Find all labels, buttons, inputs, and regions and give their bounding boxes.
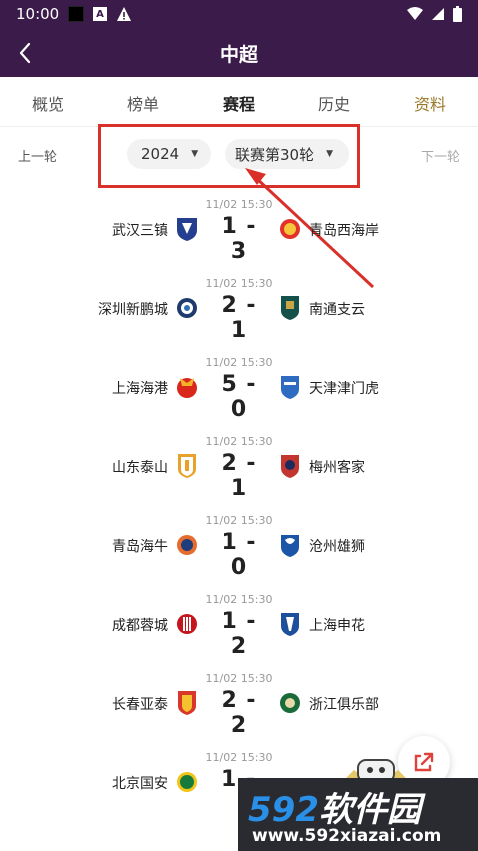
team-crest-icon — [177, 298, 197, 318]
prev-round-button[interactable]: 上一轮 — [18, 146, 57, 165]
match-time: 11/02 15:30 — [205, 198, 273, 211]
battery-icon — [453, 6, 462, 22]
match-score: 1 - 3 — [221, 214, 257, 264]
home-team: 深圳新鹏城 — [98, 302, 168, 318]
status-bar: 10:00 A — [0, 0, 478, 29]
match-score: 2 - 1 — [221, 451, 257, 501]
status-time: 10:00 — [16, 5, 60, 23]
match-time: 11/02 15:30 — [205, 514, 273, 527]
match-row[interactable]: 11/02 15:30 山东泰山 2 - 1 梅州客家 — [0, 435, 478, 514]
status-system-icons — [407, 6, 462, 22]
home-team: 山东泰山 — [112, 460, 168, 476]
away-team: 沧州雄狮 — [309, 539, 365, 555]
team-crest-icon — [281, 455, 299, 478]
home-team: 北京国安 — [112, 776, 168, 792]
team-crest-icon — [281, 376, 299, 399]
home-team: 青岛海牛 — [112, 539, 168, 555]
home-team: 长春亚泰 — [112, 697, 168, 713]
team-crest-icon — [178, 454, 196, 478]
team-crest-icon — [177, 772, 197, 792]
watermark-text: 软件园 — [318, 790, 421, 830]
away-team: 天津津门虎 — [309, 381, 379, 397]
away-team: 青岛西海岸 — [309, 223, 379, 239]
match-time: 11/02 15:30 — [205, 672, 273, 685]
watermark-url: www.592xiazai.com — [252, 826, 442, 846]
match-time: 11/02 15:30 — [205, 356, 273, 369]
page-title: 中超 — [219, 44, 258, 66]
team-crest-icon — [280, 693, 300, 713]
home-team: 成都蓉城 — [112, 618, 168, 634]
team-crest-icon — [281, 535, 299, 557]
status-notification-icons: A — [68, 6, 132, 22]
home-team: 武汉三镇 — [112, 223, 168, 239]
away-team: 上海申花 — [309, 618, 365, 634]
tab-history[interactable]: 历史 — [304, 91, 364, 115]
match-row[interactable]: 11/02 15:30 上海海港 5 - 0 天津津门虎 — [0, 356, 478, 435]
tab-bar: 概览 榜单 赛程 历史 资料 — [0, 77, 478, 127]
match-row[interactable]: 11/02 15:30 成都蓉城 1 - 2 上海申花 — [0, 593, 478, 672]
match-score: 2 - 1 — [221, 293, 257, 343]
next-round-button[interactable]: 下一轮 — [421, 146, 460, 165]
team-crest-icon — [177, 535, 197, 555]
home-team: 上海海港 — [112, 381, 168, 397]
match-row[interactable]: 11/02 15:30 深圳新鹏城 2 - 1 南通支云 — [0, 277, 478, 356]
team-crest-icon — [177, 218, 197, 241]
team-crest-icon — [177, 614, 197, 634]
tab-rankings[interactable]: 榜单 — [113, 91, 173, 115]
away-team: 南通支云 — [309, 302, 365, 318]
app-bar: 中超 — [0, 29, 478, 77]
away-team: 梅州客家 — [309, 460, 365, 476]
team-crest-icon — [281, 613, 299, 636]
team-crest-icon — [280, 219, 300, 239]
tab-overview[interactable]: 概览 — [18, 91, 78, 115]
match-time: 11/02 15:30 — [205, 277, 273, 290]
away-team: 浙江俱乐部 — [309, 697, 379, 713]
match-row[interactable]: 11/02 15:30 武汉三镇 1 - 3 青岛西海岸 — [0, 198, 478, 277]
match-score: 2 - 2 — [221, 688, 257, 738]
team-crest-icon — [177, 378, 197, 398]
match-time: 11/02 15:30 — [205, 593, 273, 606]
watermark-number: 592 — [248, 790, 319, 830]
match-score: 1 - 0 — [221, 530, 257, 580]
signal-icon — [432, 8, 444, 20]
match-score: 1 - 2 — [221, 609, 257, 659]
tab-info[interactable]: 资料 — [400, 91, 460, 115]
a-badge-icon: A — [93, 7, 107, 21]
wifi-icon — [407, 7, 423, 20]
team-crest-icon — [178, 691, 196, 715]
match-row[interactable]: 11/02 15:30 青岛海牛 1 - 0 沧州雄狮 — [0, 514, 478, 593]
warning-icon — [117, 7, 131, 21]
app-notification-icon — [68, 6, 84, 22]
watermark-logo: 592软件园 — [248, 782, 421, 831]
tab-schedule[interactable]: 赛程 — [209, 91, 269, 115]
watermark: 592软件园 www.592xiazai.com — [238, 778, 478, 851]
annotation-highlight-box — [98, 124, 360, 188]
team-crest-icon — [281, 296, 299, 320]
match-time: 11/02 15:30 — [205, 435, 273, 448]
match-score: 5 - 0 — [221, 372, 257, 422]
